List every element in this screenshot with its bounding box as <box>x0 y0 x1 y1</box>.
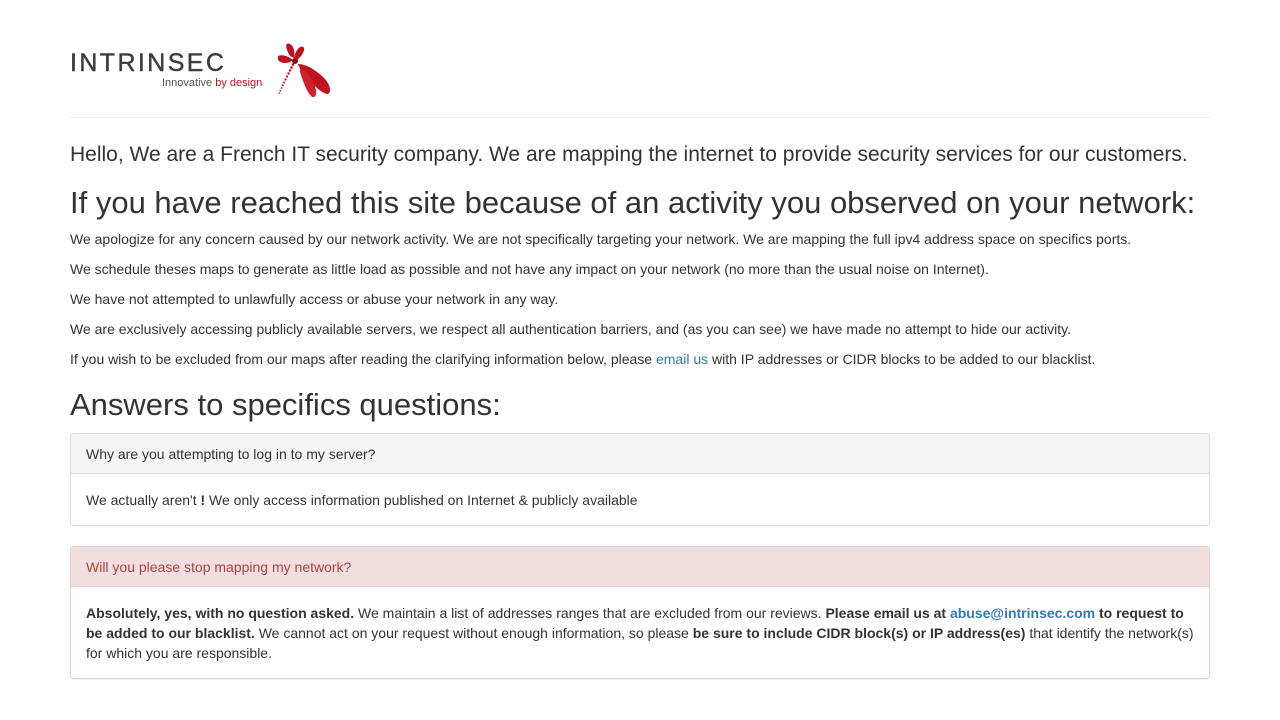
intro-text: Hello, We are a French IT security compa… <box>70 143 1188 166</box>
answer-bold-email-prompt: Please email us at <box>825 605 950 621</box>
exclusion-text-before: If you wish to be excluded from our maps… <box>70 351 656 367</box>
faq-panel-login: Why are you attempting to log in to my s… <box>70 433 1210 526</box>
email-us-link[interactable]: email us <box>656 351 708 367</box>
answer-text-before: We actually aren't <box>86 492 201 508</box>
activity-paragraph-3: We have not attempted to unlawfully acce… <box>70 291 559 307</box>
faq-question-stop-mapping: Will you please stop mapping my network? <box>71 547 1209 587</box>
abuse-email-link[interactable]: abuse@intrinsec.com <box>950 605 1095 621</box>
faq-question-login: Why are you attempting to log in to my s… <box>71 434 1209 474</box>
faq-answer-stop-mapping: Absolutely, yes, with no question asked.… <box>71 587 1209 678</box>
activity-heading: If you have reached this site because of… <box>70 185 1196 220</box>
answer-text-list: We maintain a list of addresses ranges t… <box>354 605 826 621</box>
exclusion-paragraph: If you wish to be excluded from our maps… <box>70 350 1095 370</box>
logo-tagline: Innovative by design <box>162 78 262 89</box>
faq-panel-stop-mapping: Will you please stop mapping my network?… <box>70 546 1210 679</box>
answer-text-information: We cannot act on your request without en… <box>254 625 693 641</box>
exclusion-text-after: with IP addresses or CIDR blocks to be a… <box>708 351 1096 367</box>
activity-paragraph-4: We are exclusively accessing publicly av… <box>70 321 1071 337</box>
logo-tagline-by-design: by design <box>215 77 263 89</box>
activity-paragraph-2: We schedule theses maps to generate as l… <box>70 261 989 277</box>
abuse-email-address: abuse@intrinsec.com <box>949 605 1096 621</box>
logo-wordmark: INTRINSEC <box>70 49 227 77</box>
answer-text-after: We only access information published on … <box>205 492 638 508</box>
answer-bold-cidr: be sure to include CIDR block(s) or IP a… <box>692 625 1026 641</box>
intrinsec-logo[interactable]: INTRINSEC Innovative by design <box>70 42 335 100</box>
dragonfly-icon <box>278 43 331 98</box>
logo-tagline-innovative: Innovative <box>162 77 216 89</box>
page-header: INTRINSEC Innovative by design <box>70 0 1210 118</box>
page-container: INTRINSEC Innovative by design Hello, We… <box>70 0 1210 679</box>
answer-bold-yes: Absolutely, yes, with no question asked. <box>86 605 355 621</box>
faq-answer-login: We actually aren't ! We only access info… <box>71 474 1209 525</box>
answers-heading: Answers to specifics questions: <box>70 387 501 422</box>
activity-paragraph-1: We apologize for any concern caused by o… <box>70 231 1132 247</box>
